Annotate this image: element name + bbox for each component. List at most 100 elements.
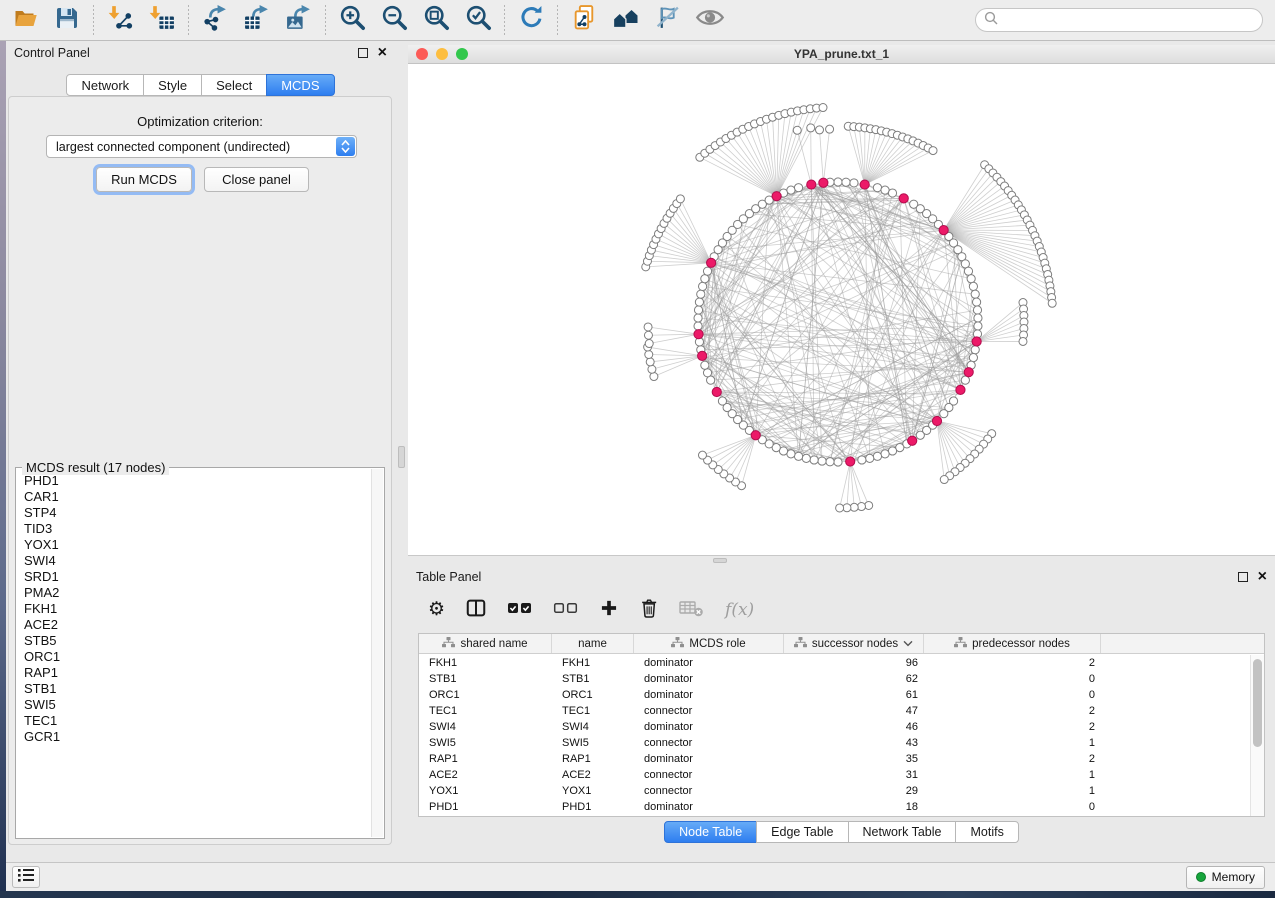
list-item[interactable]: SWI5 [24, 697, 371, 713]
column-header-name[interactable]: name [552, 634, 634, 653]
list-item[interactable]: CAR1 [24, 489, 371, 505]
vertical-splitter[interactable] [395, 41, 408, 862]
network-node[interactable] [703, 267, 711, 275]
table-scrollbar-thumb[interactable] [1253, 659, 1262, 747]
network-node[interactable] [964, 267, 972, 275]
clone-network-button[interactable] [563, 3, 605, 37]
table-row[interactable]: SWI4SWI4dominator462 [419, 719, 1250, 735]
table-row[interactable]: ACE2ACE2connector311 [419, 767, 1250, 783]
list-item[interactable]: STB1 [24, 681, 371, 697]
network-node[interactable] [940, 410, 948, 418]
column-header-MCDS-role[interactable]: MCDS role [634, 634, 784, 653]
network-node[interactable] [697, 290, 705, 298]
network-node[interactable] [888, 189, 896, 197]
home-button[interactable] [605, 3, 647, 37]
show-eye-button[interactable] [689, 3, 731, 37]
export-network-button[interactable] [194, 3, 236, 37]
network-node[interactable] [834, 178, 842, 186]
search-input[interactable] [1003, 13, 1254, 27]
network-node[interactable] [695, 298, 703, 306]
column-header-shared-name[interactable]: shared name [419, 634, 552, 653]
table-close-panel-icon[interactable]: × [1258, 572, 1267, 582]
network-node[interactable] [794, 452, 802, 460]
network-node[interactable] [842, 178, 850, 186]
status-log-button[interactable] [12, 866, 40, 888]
network-node[interactable] [703, 369, 711, 377]
network-node[interactable] [650, 373, 658, 381]
zoom-fit-button[interactable] [415, 3, 457, 37]
network-node[interactable] [850, 503, 858, 511]
table-float-window-icon[interactable] [1238, 572, 1248, 582]
tab-motifs[interactable]: Motifs [955, 821, 1018, 843]
tab-network[interactable]: Network [66, 74, 144, 96]
network-node[interactable] [793, 126, 801, 134]
zoom-selected-button[interactable] [457, 3, 499, 37]
network-node[interactable] [858, 456, 866, 464]
network-node[interactable] [857, 503, 865, 511]
network-node[interactable] [787, 186, 795, 194]
float-window-icon[interactable] [358, 48, 368, 58]
network-node[interactable] [698, 451, 706, 459]
network-node[interactable] [807, 124, 815, 132]
table-row[interactable]: YOX1YOX1connector291 [419, 783, 1250, 799]
list-item[interactable]: RAP1 [24, 665, 371, 681]
mcds-list-scrollbar[interactable] [371, 469, 383, 837]
deselect-all-button[interactable] [553, 600, 579, 621]
table-settings-button[interactable]: ⚙ [428, 600, 445, 620]
delete-column-button[interactable] [639, 597, 659, 624]
hide-flag-button[interactable] [647, 3, 689, 37]
network-node[interactable] [819, 104, 827, 112]
network-node[interactable] [826, 125, 834, 133]
network-node[interactable] [971, 290, 979, 298]
table-scrollbar[interactable] [1250, 655, 1264, 816]
network-node[interactable] [865, 501, 873, 509]
network-node[interactable] [973, 306, 981, 314]
tab-select[interactable]: Select [201, 74, 267, 96]
export-image-button[interactable] [278, 3, 320, 37]
network-node[interactable] [916, 431, 924, 439]
mcds-hub-node[interactable] [772, 192, 781, 201]
close-panel-icon[interactable]: × [378, 48, 387, 58]
network-node[interactable] [974, 314, 982, 322]
list-item[interactable]: PMA2 [24, 585, 371, 601]
mcds-hub-node[interactable] [807, 180, 816, 189]
column-header-predecessor-nodes[interactable]: predecessor nodes [924, 634, 1101, 653]
network-node[interactable] [701, 361, 709, 369]
import-table-button[interactable] [141, 3, 183, 37]
network-node[interactable] [969, 282, 977, 290]
network-node[interactable] [698, 282, 706, 290]
mcds-hub-node[interactable] [939, 226, 948, 235]
list-item[interactable]: PHD1 [24, 473, 371, 489]
network-node[interactable] [816, 126, 824, 134]
optimization-criterion-select[interactable]: largest connected component (undirected) [46, 135, 357, 158]
network-node[interactable] [802, 454, 810, 462]
network-node[interactable] [967, 275, 975, 283]
mcds-hub-node[interactable] [964, 368, 973, 377]
horizontal-splitter-handle[interactable] [713, 558, 727, 563]
network-node[interactable] [873, 184, 881, 192]
mcds-hub-node[interactable] [899, 194, 908, 203]
network-node[interactable] [794, 184, 802, 192]
table-row[interactable]: ORC1ORC1dominator610 [419, 687, 1250, 703]
list-item[interactable]: YOX1 [24, 537, 371, 553]
network-node[interactable] [866, 454, 874, 462]
add-column-button[interactable] [599, 598, 619, 623]
table-row[interactable]: TEC1TEC1connector472 [419, 703, 1250, 719]
mcds-hub-node[interactable] [751, 431, 760, 440]
vertical-splitter-handle[interactable] [398, 446, 405, 468]
list-item[interactable]: STP4 [24, 505, 371, 521]
network-window-titlebar[interactable]: YPA_prune.txt_1 [408, 45, 1275, 64]
network-node[interactable] [969, 353, 977, 361]
list-item[interactable]: ORC1 [24, 649, 371, 665]
tab-edge-table[interactable]: Edge Table [756, 821, 848, 843]
network-node[interactable] [940, 476, 948, 484]
list-item[interactable]: TEC1 [24, 713, 371, 729]
select-all-button[interactable] [507, 600, 533, 621]
network-node[interactable] [850, 179, 858, 187]
mcds-hub-node[interactable] [932, 416, 941, 425]
network-node[interactable] [646, 358, 654, 366]
mcds-hub-node[interactable] [860, 180, 869, 189]
network-node[interactable] [836, 504, 844, 512]
network-node[interactable] [873, 452, 881, 460]
network-node[interactable] [971, 346, 979, 354]
